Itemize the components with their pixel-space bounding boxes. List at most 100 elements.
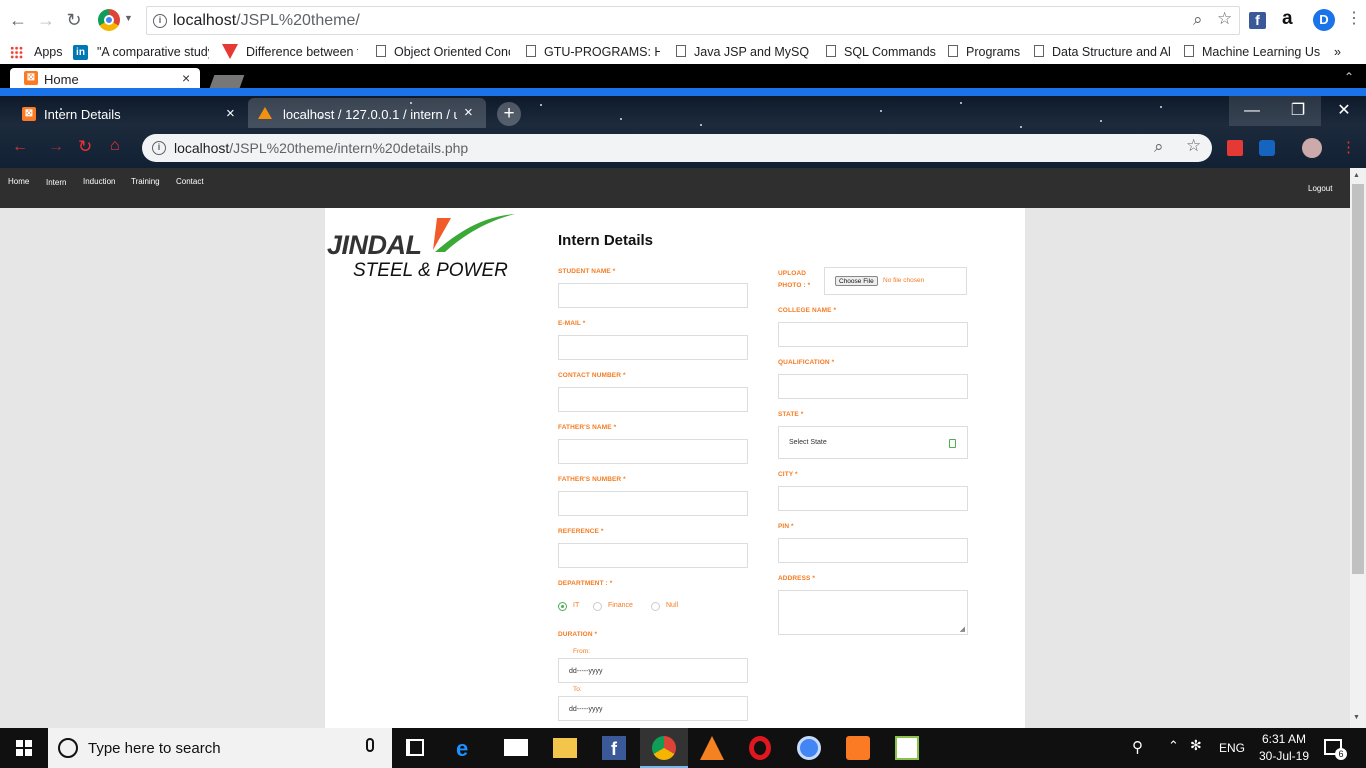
bookmark-item[interactable]: Programs [948, 43, 1022, 61]
pin-input[interactable] [778, 538, 968, 563]
bookmark-item[interactable]: SQL Commands [826, 43, 936, 61]
chrome-canary-icon[interactable] [797, 736, 821, 760]
clock-time[interactable]: 6:31 AM [1258, 732, 1310, 746]
amazon-extension-icon[interactable]: a [1282, 8, 1293, 30]
bookmark-item[interactable]: Data Structure and Al [1034, 43, 1170, 61]
father-number-input[interactable] [558, 491, 748, 516]
profile-avatar[interactable] [1302, 138, 1322, 158]
bookmark-item[interactable]: Object Oriented Conc [376, 43, 510, 61]
bookmark-item[interactable]: "A comparative study [97, 43, 209, 61]
microphone-icon[interactable] [366, 738, 374, 752]
reload-icon[interactable]: ↻ [62, 8, 86, 32]
scrollbar-thumb[interactable] [1352, 184, 1364, 574]
bookmark-star-icon[interactable]: ☆ [1186, 136, 1201, 156]
zoom-icon[interactable]: ⌕ [1154, 137, 1164, 157]
inner-tab-intern-details[interactable]: ⊠ Intern Details × [12, 98, 246, 130]
page-icon [826, 45, 836, 57]
city-input[interactable] [778, 486, 968, 511]
qualification-input[interactable] [778, 374, 968, 399]
contact-number-input[interactable] [558, 387, 748, 412]
chrome-logo-icon[interactable] [98, 9, 120, 31]
file-explorer-icon[interactable] [553, 738, 577, 758]
nav-home[interactable]: Home [8, 177, 29, 186]
menu-dots-icon[interactable]: ⋮ [1346, 8, 1362, 28]
bookmark-item[interactable]: Difference between t [246, 43, 358, 61]
taskbar-search-box[interactable]: Type here to search [48, 728, 392, 768]
apps-grid-icon[interactable] [10, 46, 23, 59]
task-view-icon[interactable] [406, 739, 424, 756]
pdf-extension-icon[interactable] [1227, 140, 1243, 156]
notepad-plus-icon[interactable] [895, 736, 919, 760]
xampp-taskbar-icon[interactable] [846, 736, 870, 760]
inner-tab-phpmyadmin[interactable]: localhost / 127.0.0.1 / intern / us × [248, 98, 486, 128]
scroll-down-icon[interactable]: ▼ [1353, 714, 1360, 721]
back-icon[interactable]: ← [12, 138, 28, 156]
menu-dots-icon[interactable]: ⋮ [1341, 138, 1356, 156]
state-select[interactable]: Select State [778, 426, 968, 459]
info-icon[interactable]: i [152, 141, 166, 155]
forward-icon[interactable]: → [34, 8, 58, 32]
father-name-input[interactable] [558, 439, 748, 464]
mail-icon[interactable] [504, 739, 528, 756]
wifi-icon[interactable]: ✻ [1190, 737, 1202, 754]
chevron-up-icon[interactable]: ⌃ [1344, 70, 1354, 84]
nav-contact[interactable]: Contact [176, 177, 204, 186]
outer-address-bar[interactable]: i localhost/JSPL%20theme/ ⌕ ☆ [146, 6, 1240, 35]
search-extension-icon[interactable] [1259, 140, 1275, 156]
bookmarks-more[interactable]: » [1334, 43, 1341, 61]
d-extension-icon[interactable]: D [1313, 9, 1335, 31]
student-name-input[interactable] [558, 283, 748, 308]
back-icon[interactable]: ← [6, 8, 30, 32]
dept-radio-it[interactable] [558, 602, 567, 611]
date-from-input[interactable]: dd-----yyyy [558, 658, 748, 683]
dept-radio-finance[interactable] [593, 602, 602, 611]
opera-icon[interactable] [749, 736, 771, 760]
forward-icon[interactable]: → [48, 138, 64, 156]
address-textarea[interactable]: ◢ [778, 590, 968, 635]
dept-radio-null[interactable] [651, 602, 660, 611]
logo-text-jindal: JINDAL [327, 230, 422, 260]
close-window-button[interactable]: ✕ [1321, 96, 1366, 126]
reference-input[interactable] [558, 543, 748, 568]
email-input[interactable] [558, 335, 748, 360]
language-indicator[interactable]: ENG [1219, 741, 1245, 755]
edge-icon[interactable]: e [456, 736, 468, 762]
facebook-app-icon[interactable]: f [602, 736, 626, 760]
resize-handle-icon[interactable]: ◢ [960, 625, 965, 633]
nav-induction[interactable]: Induction [83, 177, 115, 186]
scroll-up-icon[interactable]: ▲ [1353, 172, 1360, 179]
tray-chevron-up-icon[interactable]: ⌃ [1168, 738, 1179, 754]
bookmark-item[interactable]: GTU-PROGRAMS: Ha [526, 43, 660, 61]
outer-tab-home[interactable]: ⊠ Home × [10, 68, 200, 88]
people-icon[interactable]: ⚲ [1132, 738, 1143, 756]
vlc-icon[interactable] [700, 736, 724, 760]
zoom-icon[interactable]: ⌕ [1193, 10, 1203, 30]
tab-close-icon[interactable]: × [226, 105, 235, 122]
tab-title: Home [44, 72, 79, 87]
reload-icon[interactable]: ↻ [78, 137, 92, 157]
logout-link[interactable]: Logout [1308, 184, 1332, 193]
minimize-button[interactable]: — [1229, 96, 1275, 126]
bookmark-apps[interactable]: Apps [34, 43, 63, 61]
nav-training[interactable]: Training [131, 177, 160, 186]
clock-date[interactable]: 30-Jul-19 [1252, 749, 1316, 763]
tab-close-icon[interactable]: × [464, 104, 473, 121]
college-name-input[interactable] [778, 322, 968, 347]
bookmark-star-icon[interactable]: ☆ [1217, 9, 1232, 29]
choose-file-button[interactable]: Choose File [835, 276, 878, 286]
taskbar-chrome-active[interactable] [640, 728, 688, 768]
bookmark-item[interactable]: Java JSP and MySQL [676, 43, 810, 61]
facebook-extension-icon[interactable]: f [1249, 12, 1266, 29]
date-to-input[interactable]: dd-----yyyy [558, 696, 748, 721]
new-tab-plus-icon[interactable]: + [497, 102, 521, 126]
home-icon[interactable]: ⌂ [110, 137, 120, 155]
info-icon[interactable]: i [153, 14, 167, 28]
bookmark-item[interactable]: Machine Learning Us [1184, 43, 1320, 61]
windows-start-icon[interactable] [16, 740, 32, 756]
inner-address-bar[interactable]: i localhost/JSPL%20theme/intern%20detail… [142, 134, 1212, 162]
nav-intern[interactable]: Intern [46, 178, 66, 187]
chevron-down-icon[interactable]: ▼ [124, 13, 133, 23]
new-tab-button[interactable] [209, 75, 245, 88]
maximize-button[interactable]: ❐ [1275, 96, 1321, 126]
tab-close-icon[interactable]: × [182, 70, 190, 86]
